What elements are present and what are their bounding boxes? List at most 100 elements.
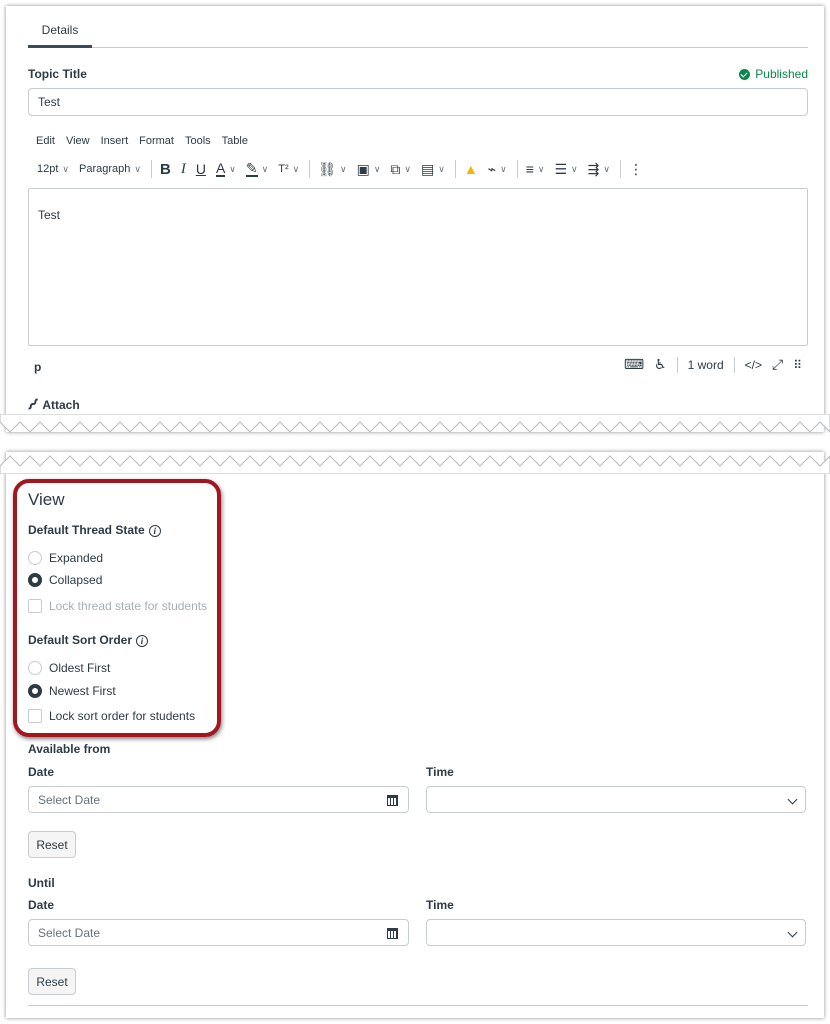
highlight-color-button[interactable]: ✎ ∨ <box>245 159 268 177</box>
chevron-down-icon: ∨ <box>603 163 610 174</box>
plug-icon: ⌁ <box>487 160 497 177</box>
thread-state-heading: Default Thread State i <box>28 523 161 537</box>
until-date-input[interactable]: Select Date <box>28 919 409 946</box>
chevron-down-icon: ∨ <box>229 163 236 174</box>
info-icon[interactable]: i <box>136 634 149 647</box>
superscript-button[interactable]: T² ∨ <box>278 163 299 175</box>
block-format-select[interactable]: Paragraph ∨ <box>79 163 141 175</box>
media-icon: ⧉ <box>390 160 401 177</box>
until-time-label: Time <box>426 898 454 912</box>
media-button[interactable]: ⧉ ∨ <box>390 161 411 178</box>
lock-thread-state-checkbox[interactable]: Lock thread state for students <box>28 599 207 613</box>
calendar-icon[interactable] <box>387 928 398 939</box>
html-editor-toggle-icon[interactable]: </> <box>745 358 762 372</box>
torn-edge-top <box>0 414 830 433</box>
available-from-date-label: Date <box>28 765 55 779</box>
published-status[interactable]: Published <box>739 67 808 81</box>
apps-button[interactable]: ⌁ ∨ <box>488 161 507 178</box>
element-path[interactable]: p <box>34 360 41 374</box>
until-time-select[interactable] <box>426 919 806 946</box>
available-from-time-select[interactable] <box>426 786 806 813</box>
toolbar-divider <box>150 160 152 178</box>
menu-insert[interactable]: Insert <box>101 135 129 147</box>
chevron-down-icon: ∨ <box>537 163 545 174</box>
radio-collapsed[interactable]: Collapsed <box>28 573 102 587</box>
calendar-icon[interactable] <box>387 795 398 806</box>
option-label: Newest First <box>49 684 116 698</box>
link-icon: ⛓ <box>318 160 336 177</box>
link-button[interactable]: ⛓ ∨ <box>318 161 346 178</box>
radio-oldest-first[interactable]: Oldest First <box>28 661 110 675</box>
menu-edit[interactable]: Edit <box>36 135 55 147</box>
indent-icon: ⇶ <box>587 160 600 177</box>
radio-button-selected[interactable] <box>28 573 42 587</box>
topic-title-value: Test <box>38 95 61 109</box>
toolbar-divider <box>516 160 518 178</box>
radio-button[interactable] <box>28 661 42 675</box>
accessibility-icon[interactable]: ♿ <box>654 356 667 373</box>
editor-menubar: Edit View Insert Format Tools Table <box>36 135 259 147</box>
text-color-button[interactable]: A ∨ <box>215 161 236 177</box>
toolbar-divider <box>619 160 621 178</box>
torn-edge-bottom <box>0 455 830 474</box>
tab-details[interactable]: Details <box>28 6 92 48</box>
menu-tools[interactable]: Tools <box>185 135 211 147</box>
checkbox-label: Lock thread state for students <box>49 599 208 613</box>
highlighter-icon: ✎ <box>245 159 258 177</box>
status-divider <box>676 356 678 373</box>
editor-text: Test <box>38 208 61 222</box>
check-circle-icon <box>739 68 751 80</box>
underline-icon[interactable]: U <box>196 161 206 177</box>
chevron-down-icon: ∨ <box>339 163 347 174</box>
align-left-icon: ≡ <box>525 161 534 177</box>
available-from-reset-button[interactable]: Reset <box>28 831 76 858</box>
chevron-down-icon: ∨ <box>62 163 70 174</box>
bullet-list-icon: ☰ <box>554 160 568 177</box>
until-label: Until <box>28 876 55 890</box>
paperclip-icon: ⌇ <box>22 394 43 415</box>
align-button[interactable]: ≡ ∨ <box>526 161 545 177</box>
document-button[interactable]: ▤ ∨ <box>421 161 445 178</box>
available-from-date-input[interactable]: Select Date <box>28 786 409 813</box>
options-panel: View Default Thread State i Expanded Coll… <box>6 452 824 1018</box>
italic-icon[interactable]: I <box>181 161 186 178</box>
chevron-down-icon: ∨ <box>373 163 381 174</box>
indent-button[interactable]: ⇶ ∨ <box>588 161 610 178</box>
keyboard-icon[interactable]: ⌨ <box>624 356 644 373</box>
chevron-down-icon <box>787 794 798 805</box>
divider <box>28 1005 808 1006</box>
bold-icon[interactable]: B <box>160 161 171 178</box>
topic-title-label: Topic Title <box>28 67 87 81</box>
date-placeholder: Select Date <box>38 792 101 807</box>
menu-view[interactable]: View <box>66 135 90 147</box>
fullscreen-icon[interactable]: ⤢ <box>772 356 783 373</box>
radio-newest-first[interactable]: Newest First <box>28 684 116 698</box>
status-divider <box>733 356 735 373</box>
block-format-value: Paragraph <box>79 163 131 175</box>
radio-button-selected[interactable] <box>28 684 42 698</box>
radio-button[interactable] <box>28 551 42 565</box>
list-button[interactable]: ☰ ∨ <box>554 161 577 178</box>
word-count[interactable]: 1 word <box>688 358 724 372</box>
editor-content-area[interactable]: Test <box>28 188 808 346</box>
attach-button[interactable]: ⌇ Attach <box>23 395 80 415</box>
option-label: Oldest First <box>49 661 111 675</box>
document-icon: ▤ <box>421 160 435 177</box>
chevron-down-icon: ∨ <box>134 163 141 174</box>
checkbox[interactable] <box>28 599 42 613</box>
image-button[interactable]: ▣ ∨ <box>357 161 381 178</box>
until-reset-button[interactable]: Reset <box>28 968 76 995</box>
resize-handle-icon[interactable]: ⠿ <box>793 358 802 372</box>
lock-sort-order-checkbox[interactable]: Lock sort order for students <box>28 709 195 723</box>
info-icon[interactable]: i <box>148 524 161 537</box>
google-drive-icon[interactable]: ▲ <box>464 161 478 177</box>
toolbar-divider <box>309 160 311 178</box>
checkbox[interactable] <box>28 709 42 723</box>
font-size-select[interactable]: 12pt ∨ <box>37 163 69 175</box>
menu-table[interactable]: Table <box>222 135 248 147</box>
more-options-icon[interactable]: ⋮ <box>629 161 643 178</box>
radio-expanded[interactable]: Expanded <box>28 551 103 565</box>
menu-format[interactable]: Format <box>139 135 174 147</box>
topic-title-input[interactable]: Test <box>28 88 808 116</box>
details-panel: Details Topic Title Published Test Edit … <box>6 6 824 432</box>
